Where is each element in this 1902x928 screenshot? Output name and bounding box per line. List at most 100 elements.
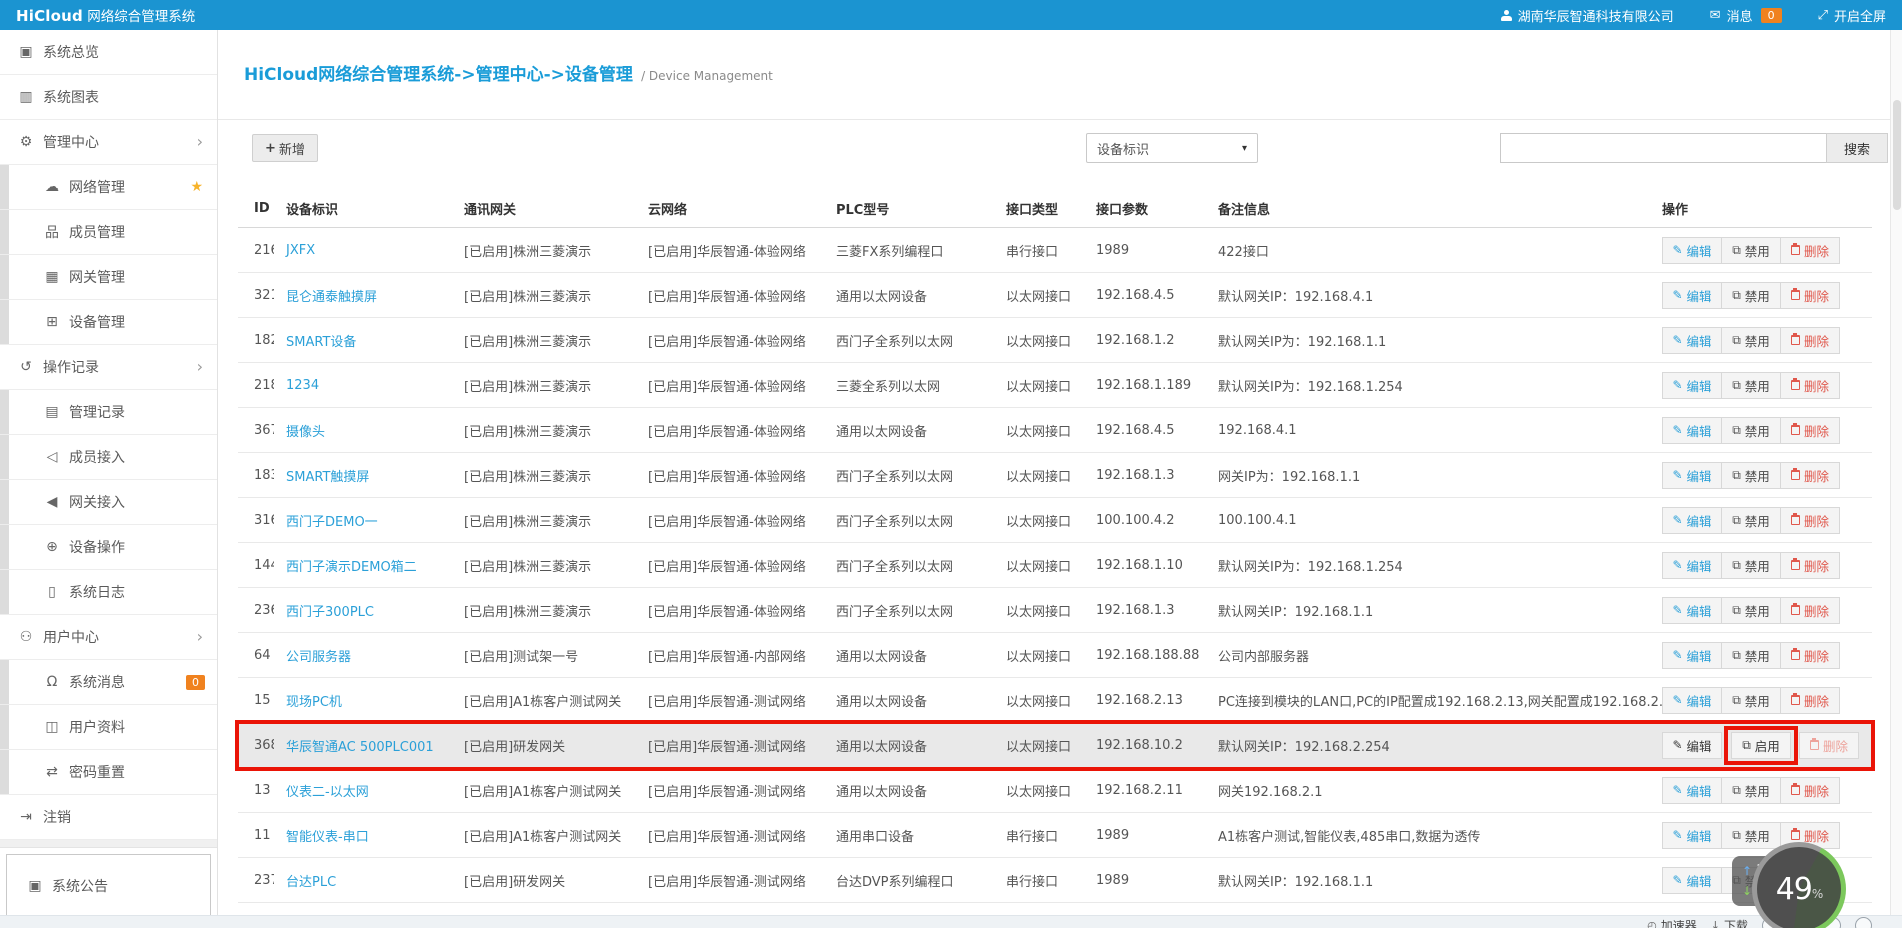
clone-icon: ⧉ [1742,739,1751,751]
sidebar-item[interactable]: ▤管理记录 [0,390,217,435]
browser-tool-icon[interactable] [1855,917,1872,928]
delete-button[interactable]: 删除 [1780,507,1840,534]
edit-button[interactable]: ✎编辑 [1662,552,1722,579]
user-icon [1501,10,1512,21]
disable-button[interactable]: ⧉禁用 [1721,552,1781,579]
device-name-link[interactable]: 台达PLC [274,871,452,890]
edit-button[interactable]: ✎编辑 [1662,777,1722,804]
edit-button[interactable]: ✎编辑 [1662,417,1722,444]
cell-id: 236 [238,603,274,618]
delete-button[interactable]: 删除 [1799,732,1859,759]
disable-button[interactable]: ⧉禁用 [1721,417,1781,444]
column-header: 备注信息 [1206,199,1650,218]
device-name-link[interactable]: 智能仪表-串口 [274,826,452,845]
delete-button[interactable]: 删除 [1780,462,1840,489]
edit-button[interactable]: ✎编辑 [1662,282,1722,309]
edit-button[interactable]: ✎编辑 [1662,867,1722,894]
disable-button[interactable]: ⧉禁用 [1721,327,1781,354]
sidebar-item[interactable]: 品成员管理 [0,210,217,255]
device-name-link[interactable]: 摄像头 [274,421,452,440]
edit-button[interactable]: ✎编辑 [1662,687,1722,714]
delete-button[interactable]: 删除 [1780,237,1840,264]
fullscreen-toggle[interactable]: ⤢ 开启全屏 [1818,6,1886,25]
device-name-link[interactable]: 公司服务器 [274,646,452,665]
vertical-scrollbar[interactable] [1890,30,1902,918]
device-name-link[interactable]: 西门子DEMO一 [274,511,452,530]
device-name-link[interactable]: SMART触摸屏 [274,466,452,485]
sidebar-item[interactable]: ⊞设备管理 [0,300,217,345]
delete-button[interactable]: 删除 [1780,417,1840,444]
sidebar-item-announcements[interactable]: ▣ 系统公告 [17,871,210,901]
sidebar-item[interactable]: ⊕设备操作 [0,525,217,570]
scrollbar-thumb[interactable] [1893,100,1901,210]
device-name-link[interactable]: 西门子300PLC [274,601,452,620]
delete-button[interactable]: 删除 [1780,597,1840,624]
delete-button[interactable]: 删除 [1780,777,1840,804]
device-name-link[interactable]: SMART设备 [274,331,452,350]
cell-gateway: [已启用]株洲三菱演示 [452,421,636,440]
sidebar-item[interactable]: ▯系统日志 [0,570,217,615]
device-name-link[interactable]: 华辰智通AC 500PLC001 [274,736,452,755]
cell-plc: 台达DVP系列编程口 [824,871,994,890]
delete-button[interactable]: 删除 [1780,282,1840,309]
device-name-link[interactable]: 西门子演示DEMO箱二 [274,556,452,575]
cell-remark: 100.100.4.1 [1206,513,1650,528]
device-name-link[interactable]: 1234 [274,378,452,393]
sidebar-item[interactable]: ◀网关接入 [0,480,217,525]
edit-button[interactable]: ✎编辑 [1662,642,1722,669]
delete-button[interactable]: 删除 [1780,372,1840,399]
delete-button[interactable]: 删除 [1780,687,1840,714]
sidebar-item[interactable]: ⚙管理中心› [0,120,217,165]
download-item[interactable]: ↓ 下载 [1711,917,1748,928]
sidebar-item[interactable]: ▣系统总览 [0,30,217,75]
edit-button[interactable]: ✎编辑 [1662,732,1722,759]
disable-button[interactable]: ⧉禁用 [1721,687,1781,714]
pencil-icon: ✎ [1672,469,1682,481]
cell-id: 183 [238,468,274,483]
cell-remark: 默认网关IP：192.168.2.254 [1206,736,1650,755]
delete-button[interactable]: 删除 [1780,327,1840,354]
company-menu[interactable]: 湖南华辰智通科技有限公司 [1501,6,1674,25]
edit-button[interactable]: ✎编辑 [1662,462,1722,489]
sidebar-item[interactable]: ▥系统图表 [0,75,217,120]
sidebar-item[interactable]: Ω系统消息0 [0,660,217,705]
filter-field-select[interactable]: 设备标识 ▾ [1086,133,1258,163]
edit-button[interactable]: ✎编辑 [1662,597,1722,624]
disable-button[interactable]: ⧉禁用 [1721,462,1781,489]
sidebar-item[interactable]: ☁网络管理★ [0,165,217,210]
sidebar-item[interactable]: ⚇用户中心› [0,615,217,660]
sidebar-item[interactable]: ▦网关管理 [0,255,217,300]
disable-button[interactable]: ⧉禁用 [1721,642,1781,669]
memory-usage-circle[interactable]: 49 % [1752,842,1846,928]
search-input[interactable] [1500,133,1826,163]
delete-button[interactable]: 删除 [1780,552,1840,579]
add-device-button[interactable]: +新增 [252,134,318,162]
disable-button[interactable]: ⧉禁用 [1721,237,1781,264]
edit-button[interactable]: ✎编辑 [1662,507,1722,534]
sidebar-item[interactable]: ◁成员接入 [0,435,217,480]
device-name-link[interactable]: 现场PC机 [274,691,452,710]
device-name-link[interactable]: JXFX [274,243,452,258]
device-name-link[interactable]: 仪表二-以太网 [274,781,452,800]
delete-button[interactable]: 删除 [1780,642,1840,669]
messages-menu[interactable]: ✉ 消息 0 [1710,6,1782,25]
edit-button[interactable]: ✎编辑 [1662,237,1722,264]
search-button[interactable]: 搜索 [1826,133,1888,163]
disable-button[interactable]: ⧉禁用 [1721,507,1781,534]
disable-button[interactable]: ⧉禁用 [1721,282,1781,309]
disable-button[interactable]: ⧉禁用 [1721,372,1781,399]
sidebar-item[interactable]: ⇄密码重置 [0,750,217,795]
sidebar-item[interactable]: ⇥注销 [0,795,217,840]
disable-button[interactable]: ⧉禁用 [1721,777,1781,804]
disable-button[interactable]: ⧉禁用 [1721,597,1781,624]
sidebar-item[interactable]: ↺操作记录› [0,345,217,390]
sidebar-item[interactable]: ◫用户资料 [0,705,217,750]
device-name-link[interactable]: 昆仑通泰触摸屏 [274,286,452,305]
edit-button[interactable]: ✎编辑 [1662,822,1722,849]
edit-button[interactable]: ✎编辑 [1662,327,1722,354]
edit-button[interactable]: ✎编辑 [1662,372,1722,399]
enable-button[interactable]: ⧉启用 [1731,732,1791,759]
action-buttons: ✎编辑⧉禁用删除 [1662,507,1872,534]
cell-cloud: [已启用]华辰智通-体验网络 [636,466,824,485]
accelerator-item[interactable]: ◴ 加速器 [1647,917,1697,928]
